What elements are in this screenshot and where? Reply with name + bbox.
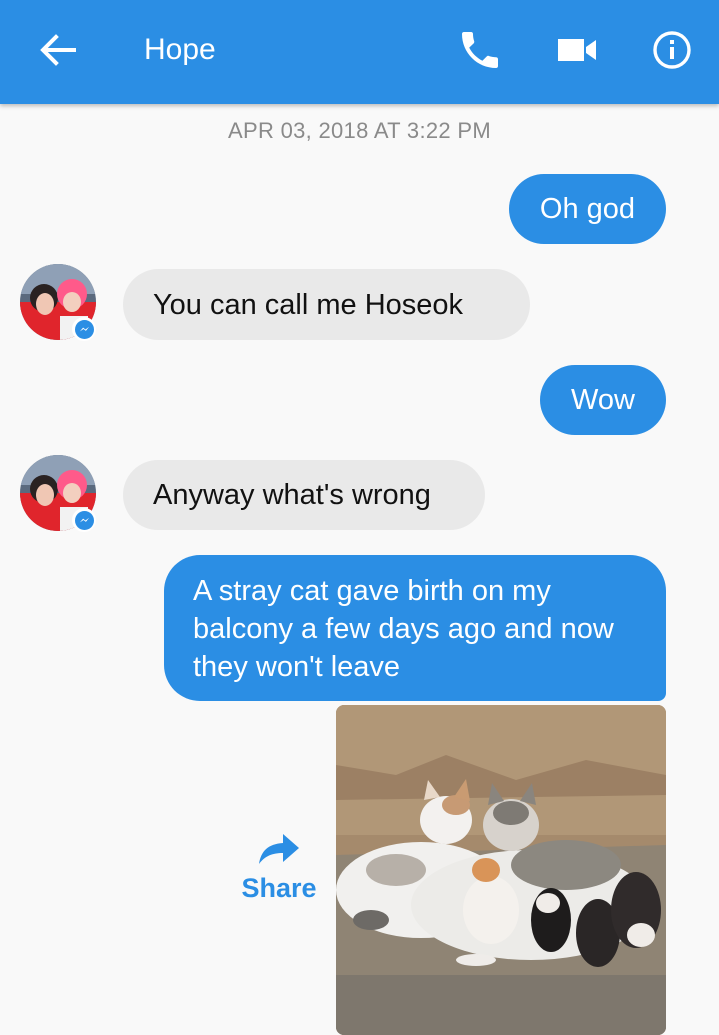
phone-call-icon[interactable] <box>456 26 504 74</box>
photo-attachment[interactable] <box>336 705 666 1035</box>
outgoing-message[interactable]: Wow <box>540 365 666 435</box>
incoming-message[interactable]: Anyway what's wrong <box>123 460 485 530</box>
outgoing-message[interactable]: A stray cat gave birth on my balcony a f… <box>164 555 666 701</box>
conversation-timestamp: APR 03, 2018 AT 3:22 PM <box>228 118 491 143</box>
share-label: Share <box>241 873 317 903</box>
share-arrow-icon <box>259 834 299 864</box>
video-call-icon[interactable] <box>553 26 601 74</box>
contact-name[interactable]: Hope <box>144 30 216 70</box>
messenger-badge-icon <box>72 317 96 341</box>
share-button[interactable]: Share <box>236 832 322 904</box>
back-arrow-icon[interactable] <box>36 28 80 72</box>
info-icon[interactable] <box>648 26 696 74</box>
incoming-message[interactable]: You can call me Hoseok <box>123 269 530 340</box>
outgoing-message[interactable]: Oh god <box>509 174 666 244</box>
conversation-header: Hope <box>0 0 719 104</box>
messenger-badge-icon <box>72 508 96 532</box>
